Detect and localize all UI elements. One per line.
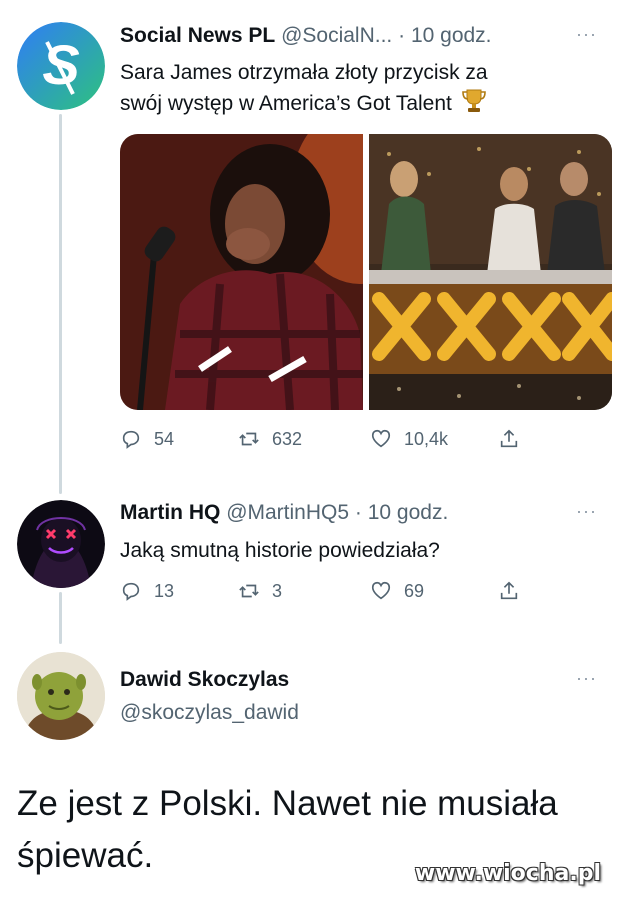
like-count: 69 — [404, 580, 425, 601]
tweet-header: @skoczylas_dawid — [120, 701, 299, 725]
user-handle[interactable]: @SocialN... — [281, 24, 392, 47]
watermark: www.wiocha.pl — [414, 861, 601, 886]
tweet-text-line: Sara James otrzymała złoty przycisk za — [120, 61, 488, 84]
user-handle[interactable]: @MartinHQ5 — [226, 501, 349, 524]
timestamp[interactable]: 10 godz. — [368, 501, 449, 524]
tweet-header: Dawid Skoczylas — [120, 668, 289, 692]
tweet-media[interactable] — [120, 134, 612, 410]
user-handle[interactable]: @skoczylas_dawid — [120, 701, 299, 724]
tweet-actions: 13 3 69 — [120, 580, 540, 602]
reply-button[interactable]: 54 — [120, 428, 238, 450]
thread-connector — [59, 592, 62, 644]
display-name[interactable]: Martin HQ — [120, 501, 220, 524]
display-name[interactable]: Dawid Skoczylas — [120, 668, 289, 691]
tweet-text: Jaką smutną historie powiedziała? — [120, 539, 440, 562]
more-options-icon[interactable]: ··· — [576, 24, 597, 45]
retweet-button[interactable]: 632 — [238, 428, 370, 450]
trophy-icon — [461, 88, 486, 123]
tweet-text-line: swój występ w America’s Got Talent — [120, 88, 590, 123]
thread-connector — [59, 114, 62, 494]
retweet-icon — [239, 432, 259, 446]
tweet-actions: 54 632 10,4k — [120, 428, 540, 450]
share-icon — [500, 581, 518, 600]
reply-count: 13 — [154, 580, 175, 601]
tweet-header: Martin HQ @MartinHQ5 · 10 godz. — [120, 501, 448, 525]
share-icon — [500, 429, 518, 448]
reply-button[interactable]: 13 — [120, 580, 238, 602]
tweet-header: Social News PL @SocialN... · 10 godz. — [120, 24, 492, 48]
retweet-icon — [239, 584, 259, 598]
separator-dot: · — [398, 24, 406, 47]
separator-dot: · — [354, 501, 362, 524]
heart-icon — [371, 429, 391, 448]
avatar-dawid-skoczylas[interactable] — [17, 652, 105, 740]
more-options-icon[interactable]: ··· — [576, 501, 597, 522]
display-name[interactable]: Social News PL — [120, 24, 275, 47]
share-button[interactable] — [498, 428, 520, 450]
avatar-social-news[interactable]: S — [17, 22, 105, 110]
tweet-text-line: Ze jest z Polski. Nawet nie musiała — [17, 784, 558, 823]
reply-icon — [122, 430, 140, 449]
retweet-button[interactable]: 3 — [238, 580, 370, 602]
like-count: 10,4k — [404, 428, 449, 449]
media-photo-singer[interactable] — [120, 134, 363, 410]
heart-icon — [371, 581, 391, 600]
like-button[interactable]: 69 — [370, 580, 498, 602]
reply-icon — [122, 582, 140, 601]
tweet-text: Sara James otrzymała złoty przycisk za s… — [120, 58, 590, 123]
retweet-count: 632 — [272, 428, 303, 449]
like-button[interactable]: 10,4k — [370, 428, 498, 450]
retweet-count: 3 — [272, 580, 283, 601]
more-options-icon[interactable]: ··· — [576, 668, 597, 689]
avatar-martin-hq[interactable] — [17, 500, 105, 588]
reply-count: 54 — [154, 428, 175, 449]
media-photo-judges[interactable] — [369, 134, 612, 410]
timestamp[interactable]: 10 godz. — [411, 24, 492, 47]
share-button[interactable] — [498, 580, 520, 602]
